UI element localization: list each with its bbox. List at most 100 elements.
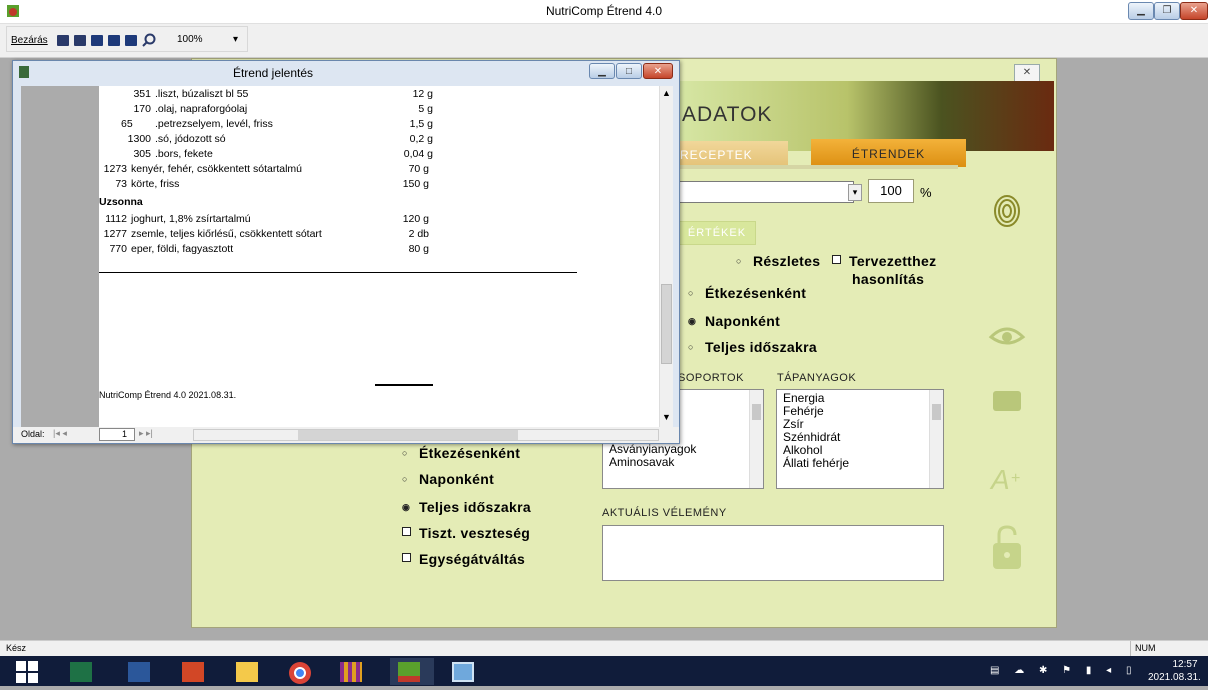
radio-checked-icon: ◉ bbox=[402, 502, 411, 512]
tapanyagok-label: TÁPANYAGOK bbox=[777, 372, 857, 384]
tab-receptek[interactable]: RECEPTEK bbox=[678, 141, 788, 167]
radio-icon: ○ bbox=[402, 474, 408, 484]
csoportok-label: SOPORTOK bbox=[678, 372, 744, 384]
hasonlitas-label: hasonlítás bbox=[852, 271, 925, 287]
checkbox-egyseg[interactable]: Egységátváltás bbox=[402, 551, 525, 567]
radio-top-naponkent[interactable]: ◉ Naponként bbox=[688, 313, 780, 329]
font-size-icon[interactable]: A + bbox=[987, 457, 1027, 497]
report-vscroll[interactable]: ▲ ▼ bbox=[659, 86, 673, 427]
multi-page-icon[interactable] bbox=[125, 35, 137, 46]
clock-date: 2021.08.31. bbox=[1148, 672, 1201, 683]
radio-bottom-etkezes[interactable]: ○ Étkezésenként bbox=[402, 445, 520, 461]
report-page: 351 .liszt, búzaliszt bl 55 12 g 170 .olaj,… bbox=[99, 86, 667, 427]
report-content: 351 .liszt, búzaliszt bl 55 12 g 170 .olaj,… bbox=[21, 86, 667, 427]
print-icon[interactable] bbox=[987, 383, 1027, 423]
report-hscroll[interactable] bbox=[193, 429, 659, 441]
toolbar-box: Bezárás 100% ▾ bbox=[6, 26, 248, 52]
radio-icon: ○ bbox=[736, 256, 742, 266]
report-window: Étrend jelentés ▁ □ ✕ 351 .liszt, búzalis… bbox=[12, 60, 680, 444]
percent-sign: % bbox=[920, 185, 932, 200]
chrome-icon[interactable] bbox=[280, 658, 324, 685]
zoom-select[interactable]: 100% ▾ bbox=[177, 34, 247, 48]
app-title: NutriComp Étrend 4.0 bbox=[545, 4, 663, 18]
close-button[interactable]: ✕ bbox=[1180, 2, 1208, 20]
winrar-icon[interactable] bbox=[332, 658, 376, 685]
nutricomp-taskbar-icon[interactable] bbox=[390, 658, 434, 685]
radio-checked-icon: ◉ bbox=[688, 316, 697, 326]
radio-top-teljes[interactable]: ○ Teljes időszakra bbox=[688, 339, 817, 355]
menu-select[interactable] bbox=[678, 181, 854, 203]
radio-bottom-naponkent[interactable]: ○ Naponként bbox=[402, 471, 494, 487]
remote-desktop-icon[interactable] bbox=[444, 658, 488, 685]
taskbar: ▤ ☁ ✱ ⚑ ▮ ◂ ▯ 12:57 2021.08.31. bbox=[0, 656, 1208, 686]
word-icon[interactable] bbox=[120, 658, 164, 685]
radio-reszletes[interactable]: ○ Részletes bbox=[736, 253, 820, 269]
percent-input[interactable]: 100 bbox=[868, 179, 914, 203]
minimize-button[interactable]: ▁ bbox=[1128, 2, 1154, 20]
velemeny-textarea[interactable] bbox=[602, 525, 944, 581]
page-label: Oldal: bbox=[21, 429, 45, 439]
report-margin bbox=[21, 86, 99, 427]
list-item[interactable]: Fehérje bbox=[783, 405, 943, 418]
radio-top-etkezes[interactable]: ○ Étkezésenként bbox=[688, 285, 806, 301]
svg-text:+: + bbox=[1011, 470, 1020, 487]
report-minimize-button[interactable]: ▁ bbox=[589, 63, 615, 79]
print-icon[interactable] bbox=[57, 35, 69, 46]
page-number-input[interactable]: 1 bbox=[99, 428, 135, 441]
checkbox-tiszt[interactable]: Tiszt. veszteség bbox=[402, 525, 530, 541]
windows-start-icon[interactable] bbox=[8, 658, 52, 685]
checkbox-icon bbox=[402, 527, 411, 536]
unlock-icon[interactable] bbox=[987, 523, 1027, 569]
scrollbar[interactable] bbox=[749, 390, 763, 488]
file-explorer-icon[interactable] bbox=[228, 658, 272, 685]
report-footer: NutriComp Étrend 4.0 2021.08.31. bbox=[99, 390, 237, 400]
chevron-up-icon[interactable]: ▲ bbox=[662, 88, 671, 98]
report-maximize-button[interactable]: □ bbox=[616, 63, 642, 79]
fingerprint-icon[interactable] bbox=[987, 191, 1027, 231]
two-page-icon[interactable] bbox=[108, 35, 120, 46]
scroll-thumb[interactable] bbox=[661, 284, 672, 364]
app-titlebar: NutriComp Étrend 4.0 ▁ ❐ ✕ bbox=[0, 0, 1208, 24]
close-report-button[interactable]: Bezárás bbox=[11, 35, 48, 46]
tray-icons[interactable]: ▤ ☁ ✱ ⚑ ▮ ◂ ▯ bbox=[990, 665, 1138, 676]
toolbar: Bezárás 100% ▾ bbox=[0, 24, 1208, 58]
first-page-button[interactable]: |◂ ◂ bbox=[53, 428, 67, 439]
restore-button[interactable]: ❐ bbox=[1154, 2, 1180, 20]
scrollbar[interactable] bbox=[929, 390, 943, 488]
chevron-down-icon[interactable]: ▼ bbox=[662, 412, 671, 422]
report-rule bbox=[375, 384, 433, 386]
excel-icon[interactable] bbox=[62, 658, 106, 685]
radio-icon: ○ bbox=[402, 448, 408, 458]
ertekek-button[interactable]: ÉRTÉKEK bbox=[678, 221, 756, 245]
list-item[interactable]: Aminosavak bbox=[609, 456, 763, 469]
radio-icon: ○ bbox=[688, 288, 694, 298]
report-close-button[interactable]: ✕ bbox=[643, 63, 673, 79]
report-titlebar: Étrend jelentés ▁ □ ✕ bbox=[13, 61, 679, 85]
tab-divider bbox=[678, 165, 958, 169]
svg-text:A: A bbox=[989, 464, 1010, 495]
chevron-down-icon: ▾ bbox=[233, 34, 239, 45]
num-indicator: NUM bbox=[1130, 641, 1180, 656]
tapanyagok-list[interactable]: Energia Fehérje Zsír Szénhidrát Alkohol … bbox=[776, 389, 944, 489]
chevron-down-icon[interactable]: ▾ bbox=[848, 184, 862, 201]
clock-time: 12:57 bbox=[1172, 659, 1198, 670]
scroll-thumb[interactable] bbox=[298, 430, 518, 440]
main-close-button[interactable]: ✕ bbox=[1014, 64, 1040, 82]
list-item[interactable]: Állati fehérje bbox=[783, 457, 943, 470]
report-section: Uzsonna bbox=[99, 196, 143, 208]
checkbox-tervezett[interactable]: Tervezetthez bbox=[832, 253, 936, 269]
tab-etrendek[interactable]: ÉTRENDEK bbox=[811, 139, 966, 167]
zoom-icon[interactable] bbox=[142, 33, 156, 52]
radio-icon: ○ bbox=[688, 342, 694, 352]
eye-icon[interactable] bbox=[987, 315, 1027, 355]
next-page-button[interactable]: ▸ ▸| bbox=[139, 428, 153, 439]
report-pager: Oldal: |◂ ◂ 1 ▸ ▸| bbox=[13, 427, 679, 443]
velemeny-label: AKTUÁLIS VÉLEMÉNY bbox=[602, 507, 727, 519]
powerpoint-icon[interactable] bbox=[174, 658, 218, 685]
status-text: Kész bbox=[6, 643, 27, 653]
report-title: Étrend jelentés bbox=[232, 66, 314, 80]
one-page-icon[interactable] bbox=[91, 35, 103, 46]
book-icon[interactable] bbox=[74, 35, 86, 46]
status-bar: Kész NUM bbox=[0, 640, 1208, 656]
radio-bottom-teljes[interactable]: ◉ Teljes időszakra bbox=[402, 499, 531, 515]
